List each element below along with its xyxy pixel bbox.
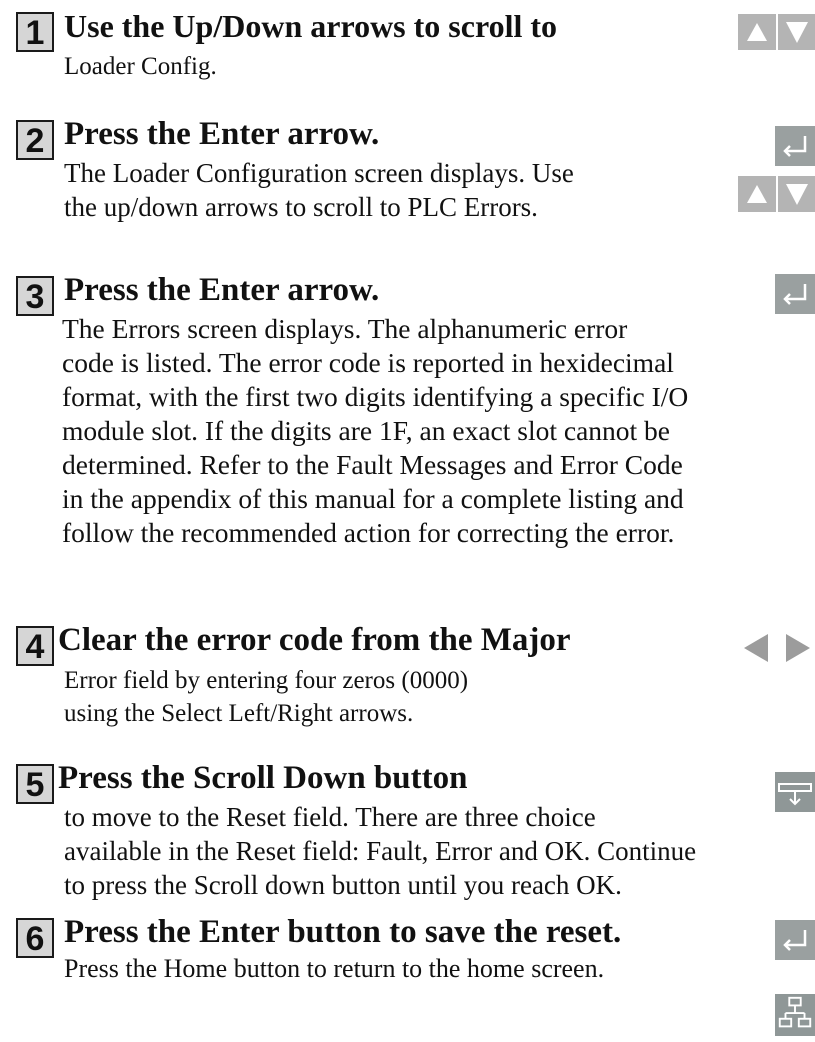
step-number: 6 [16, 918, 54, 958]
home-button-icon [775, 994, 815, 1036]
step-number: 4 [16, 626, 54, 666]
up-down-arrows-icon [738, 14, 815, 50]
step-line: in the appendix of this manual for a com… [62, 483, 684, 514]
left-right-arrows-icon [738, 630, 815, 666]
step-line: to move to the Reset field. There are th… [64, 802, 596, 832]
step-line: available in the Reset field: Fault, Err… [64, 836, 697, 866]
step-line: The Loader Configuration screen displays… [64, 158, 574, 188]
step-title: Press the Enter arrow. [64, 116, 380, 152]
step-title: Clear the error code from the Major [58, 622, 571, 658]
step-line: determined. Refer to the Fault Messages … [62, 449, 683, 480]
step-number: 1 [16, 12, 54, 52]
scroll-down-button-icon [775, 772, 815, 812]
enter-arrow-icon [775, 274, 815, 314]
enter-arrow-icon [775, 920, 815, 960]
step-line: Error field by entering four zeros (0000… [64, 667, 469, 694]
step-title: Press the Scroll Down button [58, 760, 468, 796]
step-title: Press the Enter button to save the reset… [64, 914, 622, 950]
up-down-arrows-icon [738, 176, 815, 212]
step-number: 2 [16, 120, 54, 160]
step-line: using the Select Left/Right arrows. [64, 700, 414, 727]
step-number: 5 [16, 764, 54, 804]
step-line: code is listed. The error code is report… [62, 347, 674, 378]
step-number: 3 [16, 276, 54, 316]
step-line: follow the recommended action for correc… [62, 517, 675, 548]
step-title: Use the Up/Down arrows to scroll to [64, 8, 557, 44]
step-line: Press the Home button to return to the h… [64, 954, 605, 983]
step-title: Press the Enter arrow. [64, 272, 380, 308]
enter-arrow-icon [775, 126, 815, 166]
step-line: The Errors screen displays. The alphanum… [62, 313, 628, 344]
step-line: to press the Scroll down button until yo… [64, 870, 622, 900]
step-line: format, with the first two digits identi… [62, 381, 689, 412]
step-line: the up/down arrows to scroll to PLC Erro… [64, 192, 538, 222]
step-line: Loader Config. [64, 53, 217, 80]
step-line: module slot. If the digits are 1F, an ex… [62, 415, 670, 446]
